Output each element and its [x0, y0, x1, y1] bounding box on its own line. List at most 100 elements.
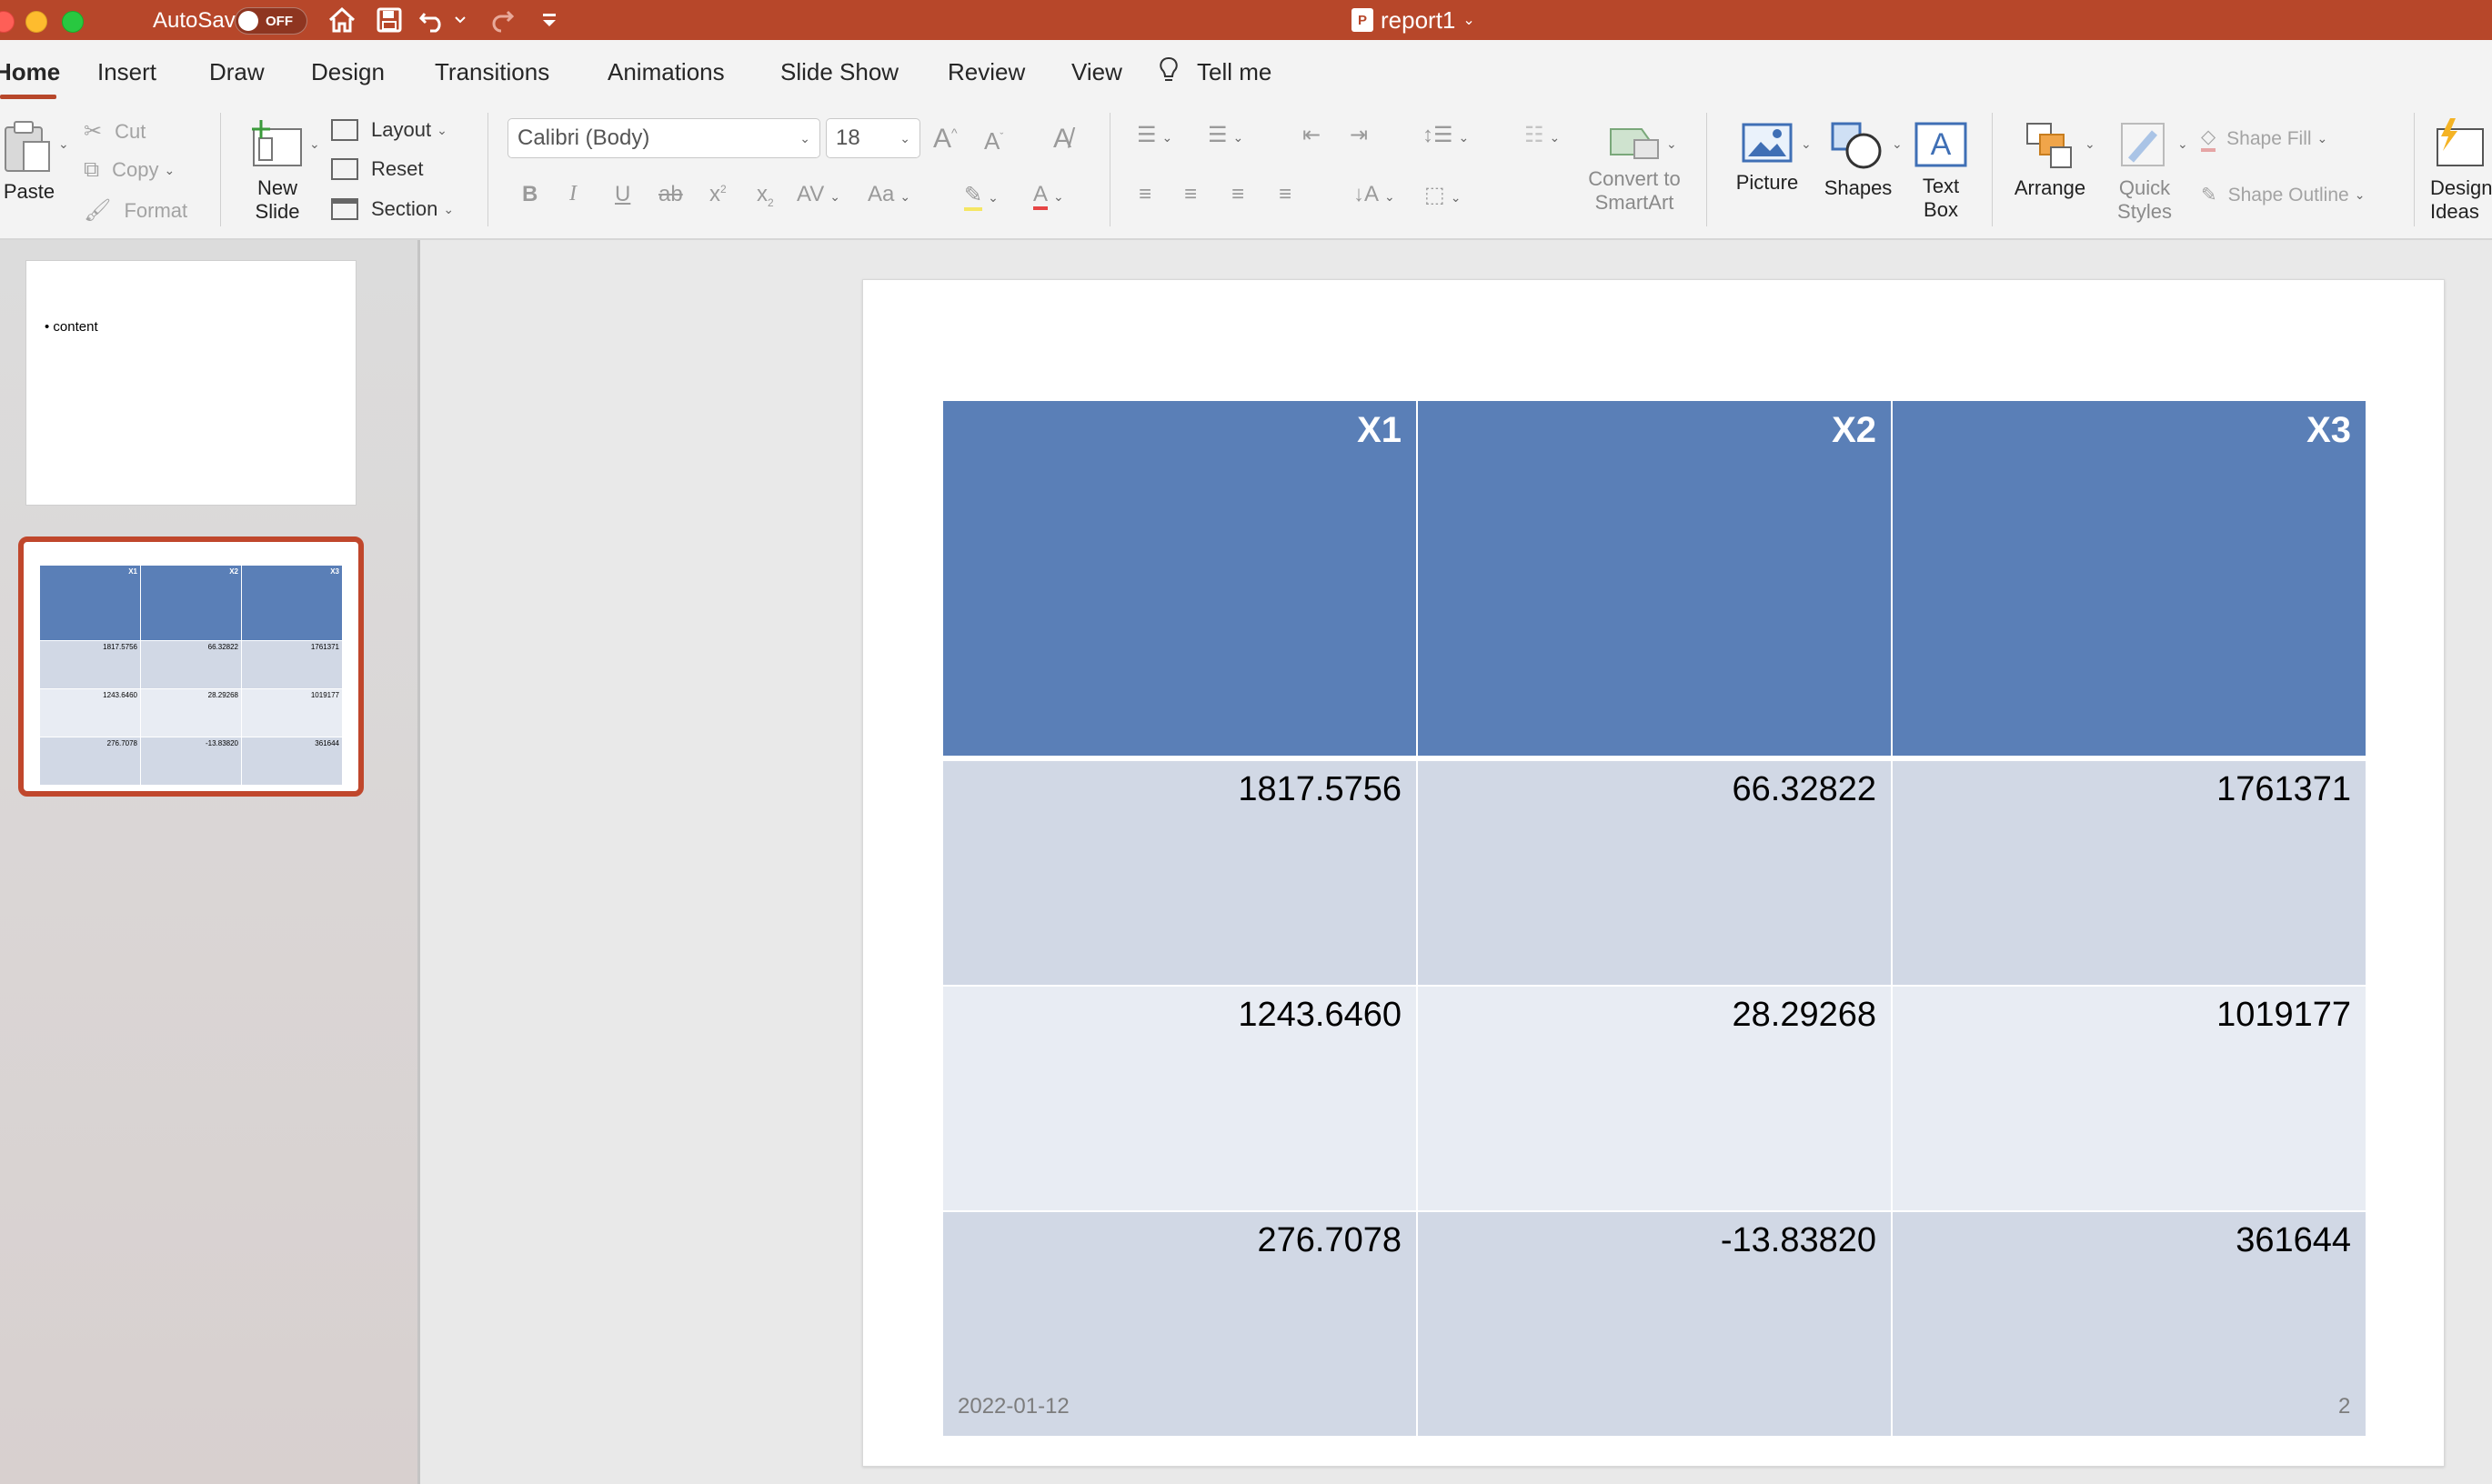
- align-center-icon[interactable]: ≡: [1184, 182, 1197, 207]
- autosave-label: AutoSave: [153, 8, 248, 33]
- paste-dropdown-icon[interactable]: ⌄: [58, 136, 69, 152]
- numbering-icon[interactable]: ☰ ⌄: [1208, 122, 1243, 148]
- bold-icon[interactable]: B: [522, 182, 538, 207]
- tab-home[interactable]: Home: [0, 58, 60, 86]
- increase-indent-icon[interactable]: ⇥: [1350, 122, 1368, 148]
- layout-button[interactable]: Layout ⌄: [331, 118, 447, 142]
- table-cell[interactable]: 1243.6460: [943, 987, 1416, 1210]
- customize-toolbar-icon[interactable]: [537, 4, 562, 36]
- line-spacing-icon[interactable]: ↕☰ ⌄: [1422, 122, 1469, 148]
- decrease-font-size-icon[interactable]: Aˇ: [984, 127, 1003, 155]
- decrease-indent-icon[interactable]: ⇤: [1302, 122, 1321, 148]
- justify-icon[interactable]: ≡: [1279, 182, 1291, 207]
- section-button[interactable]: Section ⌄: [331, 197, 454, 221]
- copy-button[interactable]: ⧉ Copy ⌄: [84, 157, 175, 183]
- subscript-icon[interactable]: x2: [757, 182, 774, 209]
- strikethrough-icon[interactable]: ab: [658, 182, 683, 207]
- table-cell[interactable]: 1761371: [1893, 761, 2366, 985]
- font-name-select[interactable]: Calibri (Body) ⌄: [507, 118, 820, 158]
- quick-styles-dropdown-icon[interactable]: ⌄: [2177, 136, 2188, 152]
- table-cell[interactable]: 28.29268: [1418, 987, 1891, 1210]
- document-title[interactable]: P report1 ⌄: [1352, 4, 1475, 36]
- tab-view[interactable]: View: [1071, 58, 1122, 86]
- character-spacing-icon[interactable]: AV ⌄: [797, 182, 840, 207]
- design-ideas-button[interactable]: Design Ideas: [2430, 116, 2492, 224]
- cut-button[interactable]: ✂ Cut: [84, 118, 146, 145]
- text-box-button[interactable]: A Text Box: [1906, 120, 1975, 222]
- data-table[interactable]: X1 X2 X3 1817.5756 66.32822 1761371 1243…: [943, 401, 2366, 1443]
- thumb-cell: 1243.6460: [40, 689, 140, 737]
- font-color-icon[interactable]: A ⌄: [1033, 182, 1064, 210]
- autosave-toggle[interactable]: OFF: [235, 7, 307, 35]
- paint-bucket-icon: ◇: [2201, 125, 2216, 152]
- minimize-window-button[interactable]: [25, 11, 47, 33]
- new-slide-icon: [252, 120, 302, 166]
- slide-thumbnail-2[interactable]: X1 X2 X3 1817.5756 66.32822 1761371 1243…: [18, 536, 364, 797]
- arrange-dropdown-icon[interactable]: ⌄: [2085, 136, 2095, 152]
- picture-dropdown-icon[interactable]: ⌄: [1801, 136, 1812, 152]
- change-case-icon[interactable]: Aa ⌄: [868, 182, 910, 207]
- slide-thumbnail-1[interactable]: • content: [25, 260, 357, 506]
- tell-me-search[interactable]: Tell me: [1197, 58, 1271, 86]
- design-ideas-label-1: Design: [2430, 176, 2492, 199]
- align-right-icon[interactable]: ≡: [1231, 182, 1244, 207]
- tab-draw[interactable]: Draw: [209, 58, 265, 86]
- shapes-button[interactable]: Shapes: [1819, 120, 1897, 200]
- table-cell[interactable]: 1019177: [1893, 987, 2366, 1210]
- shape-outline-button[interactable]: ✎ Shape Outline ⌄: [2201, 184, 2365, 206]
- arrange-button[interactable]: Arrange: [2006, 120, 2094, 200]
- reset-button[interactable]: Reset: [331, 157, 423, 181]
- table-header-x2[interactable]: X2: [1418, 401, 1891, 759]
- text-direction-icon[interactable]: ↓A ⌄: [1353, 182, 1395, 207]
- redo-icon[interactable]: [487, 4, 518, 36]
- format-painter-button[interactable]: 🖌 Format: [84, 197, 187, 224]
- font-size-select[interactable]: 18 ⌄: [826, 118, 920, 158]
- thumbnail-1-text: • content: [45, 319, 98, 335]
- columns-icon[interactable]: ☷ ⌄: [1524, 122, 1560, 148]
- table-cell[interactable]: 361644: [1893, 1212, 2366, 1436]
- tab-design[interactable]: Design: [311, 58, 385, 86]
- bullets-icon[interactable]: ☰ ⌄: [1137, 122, 1172, 148]
- ribbon-separator: [487, 113, 488, 226]
- ribbon-separator: [220, 113, 221, 226]
- maximize-window-button[interactable]: [62, 11, 84, 33]
- new-slide-label-1: New: [256, 176, 297, 199]
- new-slide-button[interactable]: New Slide: [236, 118, 318, 224]
- tab-animations[interactable]: Animations: [608, 58, 725, 86]
- table-header-x1[interactable]: X1: [943, 401, 1416, 759]
- highlight-color-icon[interactable]: ✎ ⌄: [964, 182, 999, 211]
- align-left-icon[interactable]: ≡: [1139, 182, 1151, 207]
- picture-label: Picture: [1735, 171, 1799, 194]
- clear-formatting-icon[interactable]: A̸: [1053, 124, 1071, 155]
- picture-button[interactable]: Picture: [1728, 120, 1806, 195]
- paste-button[interactable]: Paste: [0, 118, 58, 204]
- tab-transitions[interactable]: Transitions: [435, 58, 549, 86]
- tab-slide-show[interactable]: Slide Show: [780, 58, 899, 86]
- quick-styles-button[interactable]: Quick Styles: [2101, 120, 2188, 224]
- table-cell[interactable]: -13.83820: [1418, 1212, 1891, 1436]
- thumb-cell: 1817.5756: [40, 641, 140, 688]
- new-slide-dropdown-icon[interactable]: ⌄: [309, 136, 320, 152]
- tab-review[interactable]: Review: [948, 58, 1025, 86]
- current-slide[interactable]: X1 X2 X3 1817.5756 66.32822 1761371 1243…: [862, 279, 2445, 1467]
- slide-footer-date[interactable]: 2022-01-12: [958, 1394, 1070, 1419]
- smartart-dropdown-icon[interactable]: ⌄: [1666, 136, 1677, 152]
- increase-font-size-icon[interactable]: A^: [933, 124, 958, 155]
- close-window-button[interactable]: [0, 11, 15, 33]
- thumb-header-cell: X1: [40, 566, 140, 640]
- table-cell[interactable]: 66.32822: [1418, 761, 1891, 985]
- format-label: Format: [124, 198, 188, 222]
- table-cell[interactable]: 1817.5756: [943, 761, 1416, 985]
- home-icon[interactable]: [324, 4, 360, 36]
- tab-insert[interactable]: Insert: [97, 58, 156, 86]
- slide-number[interactable]: 2: [2338, 1394, 2350, 1419]
- align-text-icon[interactable]: ⬚ ⌄: [1424, 182, 1461, 208]
- underline-icon[interactable]: U: [615, 182, 630, 207]
- shape-fill-button[interactable]: ◇ Shape Fill ⌄: [2201, 125, 2327, 152]
- shapes-dropdown-icon[interactable]: ⌄: [1892, 136, 1903, 152]
- superscript-icon[interactable]: x2: [709, 182, 727, 207]
- undo-icon[interactable]: [417, 4, 469, 36]
- save-icon[interactable]: [371, 4, 407, 36]
- italic-icon[interactable]: I: [569, 182, 577, 206]
- table-header-x3[interactable]: X3: [1893, 401, 2366, 759]
